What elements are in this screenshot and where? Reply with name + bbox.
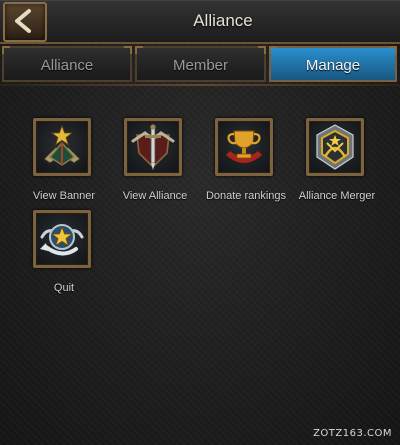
back-button[interactable] — [3, 2, 47, 42]
tab-divider — [0, 84, 400, 86]
alliance-screen: Alliance Alliance Member Manage View Ban… — [0, 0, 400, 445]
quit-label: Quit — [53, 282, 75, 294]
sword-shield-icon — [124, 118, 182, 176]
merge-crest-icon — [306, 118, 364, 176]
tab-alliance[interactable]: Alliance — [2, 46, 132, 82]
tab-manage[interactable]: Manage — [269, 46, 397, 82]
tab-alliance-label: Alliance — [40, 57, 94, 74]
page-title: Alliance — [193, 11, 253, 30]
donate-rankings-button[interactable]: Donate rankings — [198, 118, 294, 208]
alliance-merger-label: Alliance Merger — [298, 190, 376, 202]
trophy-icon — [215, 118, 273, 176]
view-alliance-button[interactable]: View Alliance — [107, 118, 203, 208]
view-banner-button[interactable]: View Banner — [16, 118, 112, 208]
alliance-merger-button[interactable]: Alliance Merger — [289, 118, 385, 208]
banner-crest-icon — [33, 118, 91, 176]
tab-member-label: Member — [172, 57, 228, 74]
tab-member[interactable]: Member — [135, 46, 266, 82]
tab-bar: Alliance Member Manage — [0, 46, 400, 84]
chevron-left-icon — [15, 9, 31, 33]
title-bar: Alliance — [0, 0, 400, 44]
quit-button[interactable]: Quit — [16, 210, 112, 300]
tab-manage-label: Manage — [305, 57, 361, 74]
exit-star-icon — [33, 210, 91, 268]
watermark: ZOTZ163.COM — [313, 428, 392, 439]
